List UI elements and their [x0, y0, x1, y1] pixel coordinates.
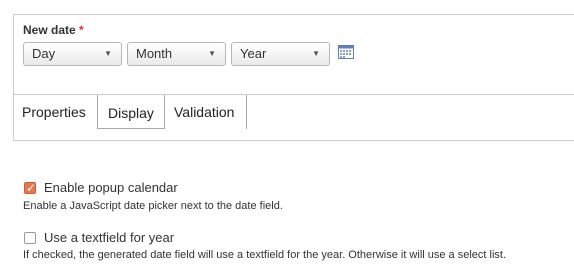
date-field-preview: New date * Day ▼ Month ▼ Year ▼	[13, 14, 574, 94]
year-select-value: Year	[240, 46, 267, 61]
day-select-value: Day	[32, 46, 56, 61]
checkmark-icon: ✓	[26, 181, 37, 195]
tab-validation-label: Validation	[174, 104, 235, 120]
chevron-down-icon: ▼	[104, 49, 112, 58]
use-textfield-year-label: Use a textfield for year	[44, 230, 175, 245]
use-textfield-year-description: If checked, the generated date field wil…	[23, 249, 507, 261]
day-select[interactable]: Day ▼	[23, 42, 122, 66]
field-label: New date *	[23, 23, 84, 37]
tab-display-label: Display	[108, 105, 154, 121]
tab-properties[interactable]: Properties	[22, 95, 97, 128]
chevron-down-icon: ▼	[312, 49, 320, 58]
enable-popup-calendar-description: Enable a JavaScript date picker next to …	[23, 200, 283, 212]
enable-popup-calendar-checkbox[interactable]: ✓	[24, 181, 37, 195]
month-select-value: Month	[136, 46, 173, 61]
settings-tabs: Properties Display Validation	[13, 94, 574, 141]
required-marker: *	[79, 23, 84, 37]
calendar-icon[interactable]	[338, 45, 354, 59]
enable-popup-calendar-label: Enable popup calendar	[44, 180, 178, 195]
tab-properties-label: Properties	[22, 104, 86, 120]
field-label-text: New date	[23, 23, 76, 37]
month-select[interactable]: Month ▼	[127, 42, 226, 66]
chevron-down-icon: ▼	[208, 49, 216, 58]
tab-validation[interactable]: Validation	[165, 95, 247, 129]
tab-display[interactable]: Display	[97, 95, 165, 129]
year-select[interactable]: Year ▼	[231, 42, 330, 66]
use-textfield-year-checkbox[interactable]	[24, 232, 36, 244]
